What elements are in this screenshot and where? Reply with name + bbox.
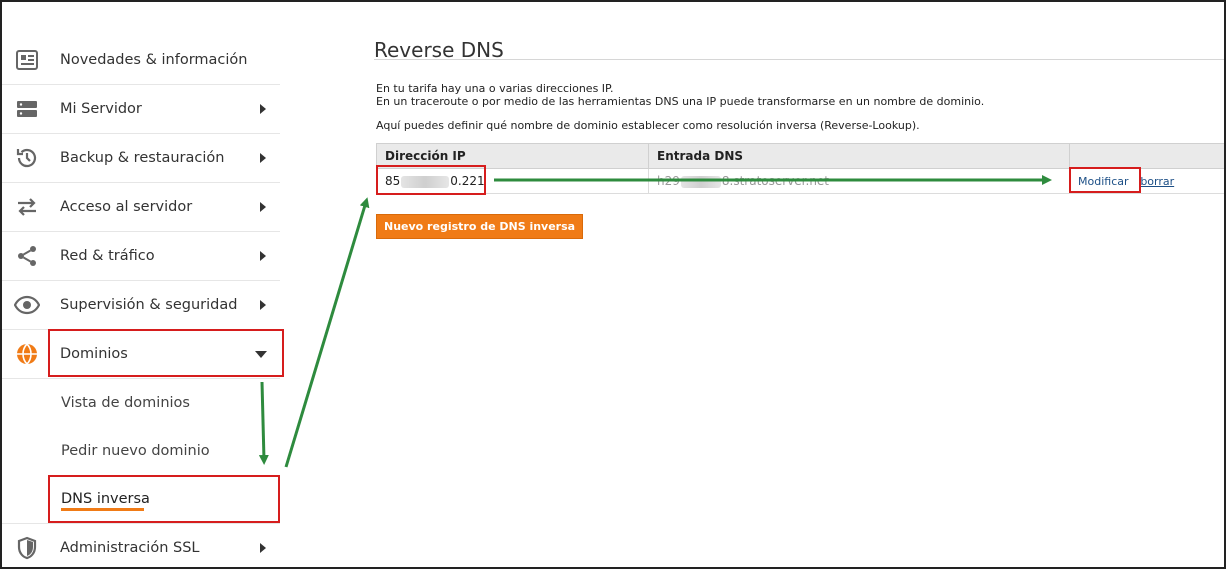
- dns-entry-cell: h29 8.stratoserver.net: [648, 168, 1070, 194]
- sidebar-item-label: Acceso al servidor: [60, 199, 193, 215]
- column-header-dns: Entrada DNS: [648, 143, 1070, 169]
- sidebar-subitem-label: Vista de dominios: [61, 395, 190, 411]
- description-line: En un traceroute o por medio de las herr…: [376, 95, 985, 108]
- sidebar-item-label: Red & tráfico: [60, 248, 155, 264]
- dns-entry-start: h29: [657, 174, 680, 188]
- sidebar-item-novedades[interactable]: Novedades & información: [2, 36, 280, 85]
- newspaper-icon: [14, 47, 40, 73]
- new-reverse-dns-button[interactable]: Nuevo registro de DNS inversa: [376, 214, 584, 239]
- sidebar-item-backup[interactable]: Backup & restauración: [2, 134, 280, 183]
- highlight-ip-address: [376, 165, 486, 195]
- sidebar-subitem-pedir-dominio[interactable]: Pedir nuevo dominio: [2, 427, 280, 475]
- redacted-blur: [680, 175, 721, 188]
- app-window: Novedades & información Mi Servidor Back…: [0, 0, 1226, 569]
- sidebar-item-label: Backup & restauración: [60, 150, 225, 166]
- server-icon: [14, 96, 40, 122]
- transfer-arrows-icon: [14, 194, 40, 220]
- globe-icon: [14, 341, 40, 367]
- sidebar-item-label: Administración SSL: [60, 540, 200, 556]
- sidebar-item-label: Mi Servidor: [60, 101, 142, 117]
- sidebar-item-label: Supervisión & seguridad: [60, 297, 238, 313]
- table-header-row: Dirección IP Entrada DNS: [376, 143, 1224, 169]
- dns-entry-end: 8.stratoserver.net: [721, 174, 830, 188]
- arrow-up-to-ip: [284, 197, 370, 468]
- highlight-dominios: [48, 329, 284, 377]
- chevron-right-icon: [260, 251, 266, 261]
- sidebar-subitem-vista-dominios[interactable]: Vista de dominios: [2, 379, 280, 427]
- description-line: En tu tarifa hay una o varias direccione…: [376, 82, 614, 95]
- description-line: Aquí puedes definir qué nombre de domini…: [376, 119, 920, 132]
- chevron-right-icon: [260, 300, 266, 310]
- chevron-right-icon: [260, 202, 266, 212]
- sidebar-item-red[interactable]: Red & tráfico: [2, 232, 280, 281]
- chevron-right-icon: [260, 104, 266, 114]
- history-icon: [14, 145, 40, 171]
- column-header-actions: [1069, 143, 1224, 169]
- sidebar-item-mi-servidor[interactable]: Mi Servidor: [2, 85, 280, 134]
- highlight-dns-inversa: [48, 475, 280, 523]
- highlight-modify: [1069, 167, 1141, 193]
- sidebar-item-supervision[interactable]: Supervisión & seguridad: [2, 281, 280, 330]
- title-divider: [374, 59, 1224, 60]
- shield-icon: [14, 535, 40, 561]
- delete-link[interactable]: borrar: [1140, 175, 1174, 188]
- sidebar-subitem-label: Pedir nuevo dominio: [61, 443, 210, 459]
- eye-icon: [14, 292, 40, 318]
- sidebar-item-label: Novedades & información: [60, 52, 248, 68]
- sidebar-item-acceso[interactable]: Acceso al servidor: [2, 183, 280, 232]
- chevron-right-icon: [260, 153, 266, 163]
- share-network-icon: [14, 243, 40, 269]
- chevron-right-icon: [260, 543, 266, 553]
- sidebar-item-ssl[interactable]: Administración SSL: [2, 523, 280, 567]
